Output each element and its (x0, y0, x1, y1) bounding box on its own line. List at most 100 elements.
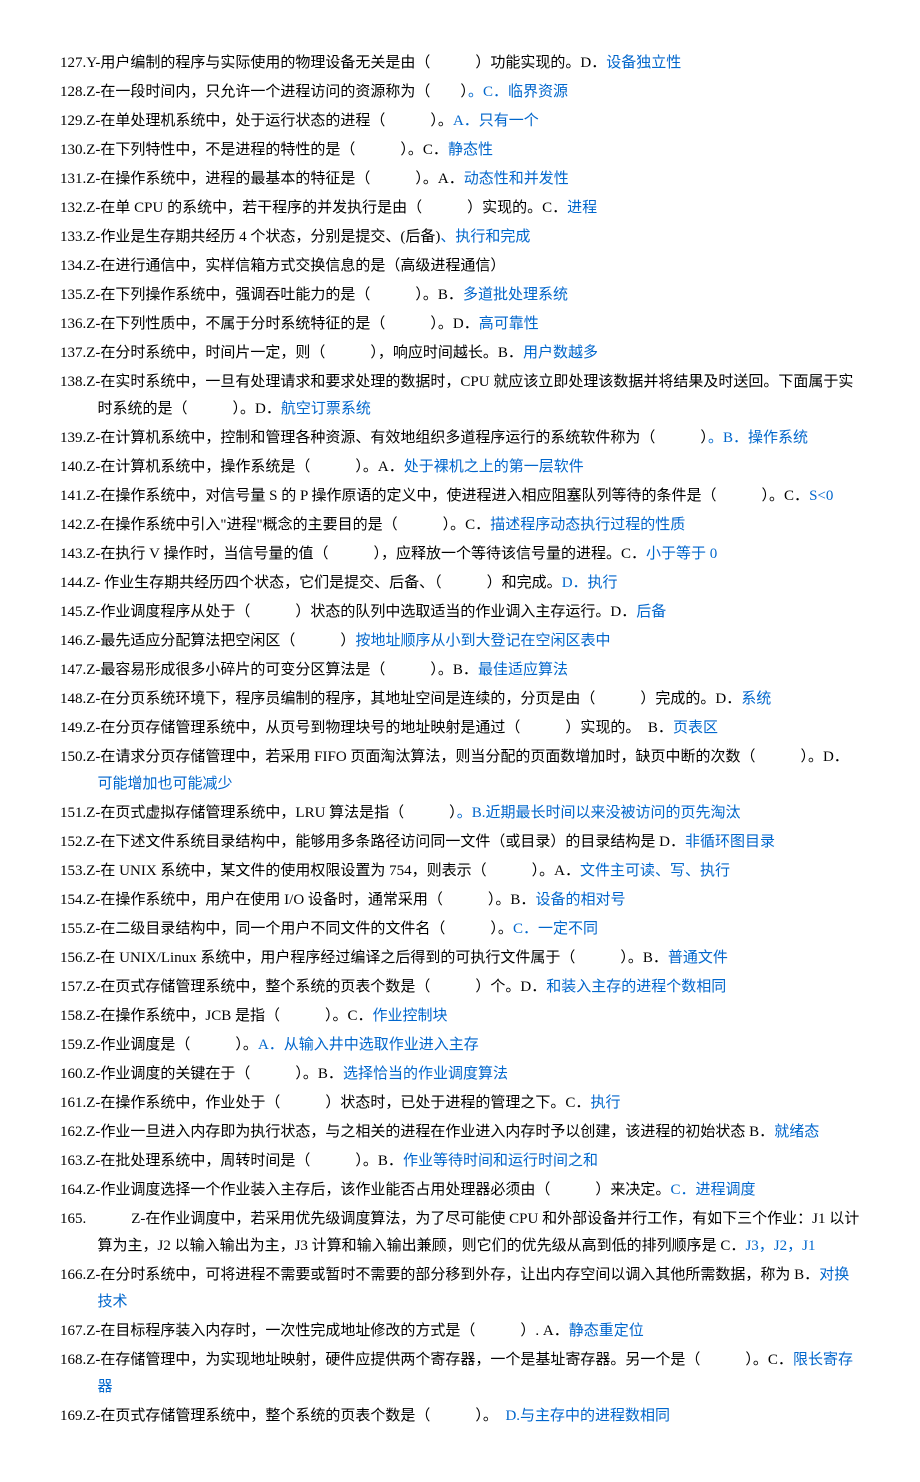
question-item: 143.Z-在执行 V 操作时，当信号量的值（ ），应释放一个等待该信号量的进程… (60, 541, 860, 568)
answer-text: 系统 (741, 691, 771, 707)
question-item: 141.Z-在操作系统中，对信号量 S 的 P 操作原语的定义中，使进程进入相应… (60, 483, 860, 510)
question-text: 在计算机系统中，控制和管理各种资源、有效地组织多道程序运行的系统软件称为（ ） (100, 430, 708, 446)
question-text: 作业调度程序从处于（ ）状态的队列中选取适当的作业调入主存运行。D． (100, 604, 636, 620)
question-number: 166. (60, 1267, 86, 1283)
question-text: 最容易形成很多小碎片的可变分区算法是（ ）。B． (100, 662, 478, 678)
question-text: 在页式存储管理系统中，整个系统的页表个数是（ ）个。D． (100, 979, 546, 995)
question-number: 152. (60, 834, 86, 850)
question-item: 152.Z-在下述文件系统目录结构中，能够用多条路径访问同一文件（或目录）的目录… (60, 829, 860, 856)
question-prefix: Z- (86, 979, 100, 995)
answer-text: 执行 (590, 1095, 620, 1111)
question-number: 127. (60, 55, 86, 71)
question-prefix: Z- (86, 84, 100, 100)
question-item: 157.Z-在页式存储管理系统中，整个系统的页表个数是（ ）个。D．和装入主存的… (60, 974, 860, 1001)
question-number: 130. (60, 142, 86, 158)
answer-text: 动态性和并发性 (464, 171, 569, 187)
question-prefix: Y- (86, 55, 100, 71)
question-number: 168. (60, 1352, 86, 1368)
question-item: 154.Z-在操作系统中，用户在使用 I/O 设备时，通常采用（ ）。B．设备的… (60, 887, 860, 914)
question-text: 最先适应分配算法把空闲区（ ） (100, 633, 355, 649)
question-text: 在操作系统中，进程的最基本的特征是（ ）。A． (100, 171, 463, 187)
question-text: 在 UNIX 系统中，某文件的使用权限设置为 754，则表示（ ）。A． (100, 863, 580, 879)
answer-text: 描述程序动态执行过程的性质 (490, 517, 685, 533)
question-number: 163. (60, 1153, 86, 1169)
answer-text: 多道批处理系统 (463, 287, 568, 303)
question-prefix: Z- (86, 921, 100, 937)
answer-text: D.与主存中的进程数相同 (505, 1408, 670, 1424)
question-number: 151. (60, 805, 86, 821)
question-prefix: Z- (86, 1153, 100, 1169)
question-text: 在下列操作系统中，强调吞吐能力的是（ ）。B． (100, 287, 463, 303)
question-number: 139. (60, 430, 86, 446)
question-prefix: Z- (86, 488, 100, 504)
answer-text: 设备的相对号 (535, 892, 625, 908)
question-item: 160.Z-作业调度的关键在于（ ）。B．选择恰当的作业调度算法 (60, 1061, 860, 1088)
question-prefix: Z- (86, 1352, 100, 1368)
question-number: 136. (60, 316, 86, 332)
question-text: 在分页系统环境下，程序员编制的程序，其地址空间是连续的，分页是由（ ）完成的。D… (100, 691, 741, 707)
question-item: 163.Z-在批处理系统中，周转时间是（ ）。B．作业等待时间和运行时间之和 (60, 1148, 860, 1175)
question-prefix: Z- (86, 863, 100, 879)
answer-text: S<0 (809, 488, 833, 504)
question-prefix: Z- (86, 1095, 100, 1111)
question-text: 在计算机系统中，操作系统是（ ）。A． (100, 459, 403, 475)
question-item: 146.Z-最先适应分配算法把空闲区（ ）按地址顺序从小到大登记在空闲区表中 (60, 628, 860, 655)
question-prefix: Z- (86, 200, 100, 216)
question-prefix: Z- (86, 575, 100, 591)
question-text: 在一段时间内，只允许一个进程访问的资源称为（ ） (100, 84, 468, 100)
question-item: 127.Y-用户编制的程序与实际使用的物理设备无关是由（ ）功能实现的。D．设备… (60, 50, 860, 77)
question-item: 145.Z-作业调度程序从处于（ ）状态的队列中选取适当的作业调入主存运行。D．… (60, 599, 860, 626)
answer-text: 小于等于 0 (646, 546, 717, 562)
question-item: 156.Z-在 UNIX/Linux 系统中，用户程序经过编译之后得到的可执行文… (60, 945, 860, 972)
answer-text: D．执行 (562, 575, 618, 591)
question-number: 155. (60, 921, 86, 937)
question-item: 155.Z-在二级目录结构中，同一个用户不同文件的文件名（ ）。C．一定不同 (60, 916, 860, 943)
question-number: 161. (60, 1095, 86, 1111)
question-prefix: Z- (86, 546, 100, 562)
question-prefix: Z- (86, 113, 100, 129)
question-text: 在单处理机系统中，处于运行状态的进程（ ）。 (100, 113, 453, 129)
question-text: 作业调度的关键在于（ ）。B． (100, 1066, 343, 1082)
question-item: 165. Z-在作业调度中，若采用优先级调度算法，为了尽可能使 CPU 和外部设… (60, 1206, 860, 1260)
question-item: 144.Z- 作业生存期共经历四个状态，它们是提交、后备、（ ）和完成。D．执行 (60, 570, 860, 597)
question-text: 在页式存储管理系统中，整个系统的页表个数是（ ）。 (100, 1408, 505, 1424)
answer-text: 非循环图目录 (685, 834, 775, 850)
answer-text: 、执行和完成 (440, 229, 530, 245)
question-text: 在实时系统中，一旦有处理请求和要求处理的数据时，CPU 就应该立即处理该数据并将… (98, 374, 854, 417)
question-number: 162. (60, 1124, 86, 1140)
question-number: 147. (60, 662, 86, 678)
question-text: 在执行 V 操作时，当信号量的值（ ），应释放一个等待该信号量的进程。C． (100, 546, 646, 562)
answer-text: 航空订票系统 (281, 401, 371, 417)
question-prefix: Z- (86, 430, 100, 446)
answer-text: C．进程调度 (670, 1182, 755, 1198)
question-prefix: Z- (86, 374, 100, 390)
answer-text: 选择恰当的作业调度算法 (343, 1066, 508, 1082)
question-prefix: Z- (86, 604, 100, 620)
question-prefix: Z- (86, 1037, 100, 1053)
question-number: 128. (60, 84, 86, 100)
question-prefix: Z- (86, 950, 100, 966)
question-item: 169.Z-在页式存储管理系统中，整个系统的页表个数是（ ）。 D.与主存中的进… (60, 1403, 860, 1430)
question-text: 作业调度是（ ）。 (100, 1037, 258, 1053)
question-text: 在分时系统中，可将进程不需要或暂时不需要的部分移到外存，让出内存空间以调入其他所… (100, 1267, 819, 1283)
question-number: 131. (60, 171, 86, 187)
question-item: 142.Z-在操作系统中引入"进程"概念的主要目的是（ ）。C．描述程序动态执行… (60, 512, 860, 539)
question-number: 160. (60, 1066, 86, 1082)
question-text: 在请求分页存储管理中，若采用 FIFO 页面淘汰算法，则当分配的页面数增加时，缺… (100, 749, 848, 765)
question-item: 148.Z-在分页系统环境下，程序员编制的程序，其地址空间是连续的，分页是由（ … (60, 686, 860, 713)
question-item: 133.Z-作业是生存期共经历 4 个状态，分别是提交、(后备)、执行和完成 (60, 224, 860, 251)
question-prefix: Z- (86, 662, 100, 678)
answer-text: C．一定不同 (513, 921, 598, 937)
question-prefix: Z- (86, 345, 100, 361)
question-prefix: Z- (86, 316, 100, 332)
question-item: 129.Z-在单处理机系统中，处于运行状态的进程（ ）。A．只有一个 (60, 108, 860, 135)
question-text: 用户编制的程序与实际使用的物理设备无关是由（ ）功能实现的。D． (100, 55, 606, 71)
question-number: 167. (60, 1323, 86, 1339)
question-item: 136.Z-在下列性质中，不属于分时系统特征的是（ ）。D．高可靠性 (60, 311, 860, 338)
question-prefix: Z- (86, 1008, 100, 1024)
question-item: 153.Z-在 UNIX 系统中，某文件的使用权限设置为 754，则表示（ ）。… (60, 858, 860, 885)
answer-text: 作业等待时间和运行时间之和 (403, 1153, 598, 1169)
question-prefix: Z- (86, 691, 100, 707)
question-number: 144. (60, 575, 86, 591)
question-text: 在二级目录结构中，同一个用户不同文件的文件名（ ）。 (100, 921, 513, 937)
